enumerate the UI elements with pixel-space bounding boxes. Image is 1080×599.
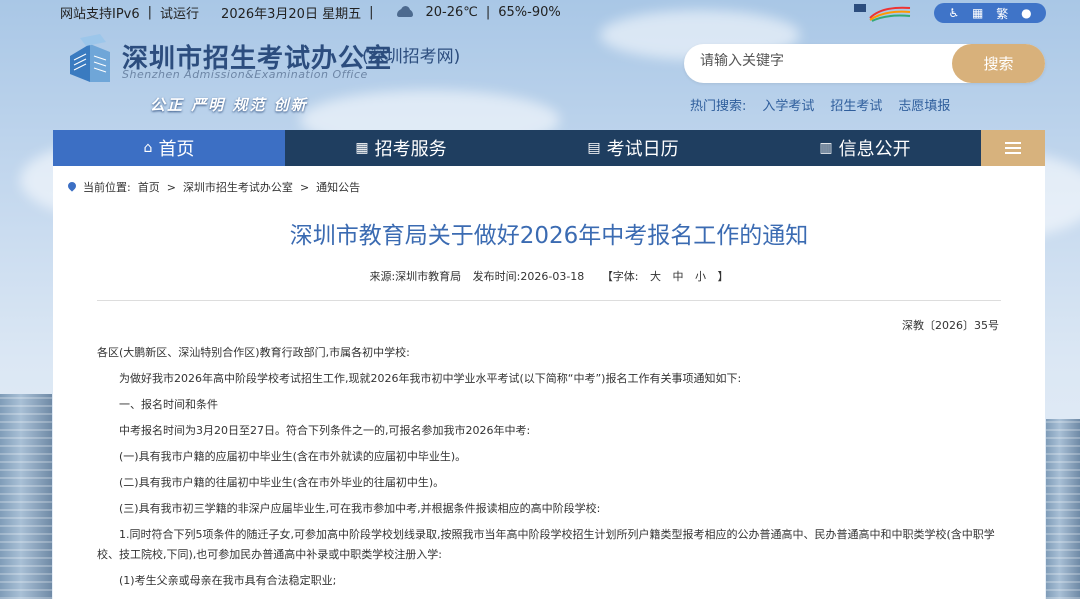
building-left [0, 394, 52, 599]
nav-home[interactable]: ⌂ 首页 [53, 130, 285, 166]
breadcrumb: 当前位置: 首页 > 深圳市招生考试办公室 > 通知公告 [68, 179, 360, 195]
font-large-button[interactable]: 大 [650, 270, 661, 283]
main-nav: ⌂ 首页 ▦ 招考服务 ▤ 考试日历 ▥ 信息公开 [53, 130, 1045, 166]
breadcrumb-label: 当前位置: [83, 181, 131, 194]
menu-button[interactable] [981, 130, 1045, 166]
hot-search: 热门搜索: 入学考试 招生考试 志愿填报 [690, 95, 950, 114]
article-body: 各区(大鹏新区、深汕特别合作区)教育行政部门,市属各初中学校: 为做好我市202… [97, 340, 1001, 594]
hamburger-icon [1005, 142, 1021, 154]
breadcrumb-link[interactable]: 通知公告 [316, 179, 360, 195]
building-right [1046, 419, 1080, 599]
font-size-end: 】 [717, 270, 729, 283]
site-logo-icon[interactable] [66, 34, 122, 86]
breadcrumb-link[interactable]: 首页 [138, 179, 160, 195]
site-subtitle: (深圳招考网) [362, 47, 461, 67]
document-icon: ▥ [819, 140, 833, 156]
paragraph: 中考报名时间为3月20日至27日。符合下列条件之一的,可报名参加我市2026年中… [119, 424, 531, 437]
paragraph: (二)具有我市户籍的往届初中毕业生(含在市外毕业的往届初中生)。 [119, 476, 445, 489]
accessibility-icon[interactable]: ♿ [948, 6, 959, 20]
wechat-icon[interactable]: ● [1021, 6, 1031, 20]
nav-label: 考试日历 [606, 139, 679, 160]
hot-search-link[interactable]: 招生考试 [830, 95, 882, 114]
hot-search-link[interactable]: 志愿填报 [898, 95, 950, 114]
location-pin-icon [68, 182, 76, 192]
breadcrumb-separator: > [166, 180, 176, 194]
paragraph: 各区(大鹏新区、深汕特别合作区)教育行政部门,市属各初中学校: [97, 346, 410, 359]
ipv6-text: 网站支持IPv6 [60, 6, 140, 22]
hot-search-link[interactable]: 入学考试 [762, 95, 814, 114]
article-source: 来源:深圳市教育局 [369, 270, 462, 283]
partner-logo-icon[interactable] [852, 2, 912, 22]
top-info-bar: 网站支持IPv6 | 试运行 2026年3月20日 星期五 | 20-26℃ |… [60, 4, 561, 22]
nav-exam-calendar[interactable]: ▤ 考试日历 [517, 130, 749, 166]
font-small-button[interactable]: 小 [695, 270, 706, 283]
stats-icon[interactable]: ▦ [972, 6, 983, 20]
site-slogan: 公正 严明 规范 创新 [150, 96, 308, 114]
article-date: 发布时间:2026-03-18 [472, 270, 585, 283]
paragraph: 为做好我市2026年高中阶段学校考试招生工作,现就2026年我市初中学业水平考试… [119, 372, 742, 385]
nav-label: 首页 [158, 139, 195, 160]
accessibility-toolbar: ♿ ▦ 繁 ● [934, 3, 1046, 23]
nav-label: 信息公开 [838, 139, 911, 160]
trial-text: 试运行 [160, 6, 200, 22]
cloud-icon [395, 6, 415, 18]
nav-exam-services[interactable]: ▦ 招考服务 [285, 130, 517, 166]
search-input[interactable] [700, 53, 950, 69]
traditional-chinese-button[interactable]: 繁 [996, 5, 1008, 22]
document-number: 深教〔2026〕35号 [902, 319, 999, 332]
divider [97, 300, 1001, 301]
grid-icon: ▦ [355, 140, 369, 156]
font-size-label: 【字体: [601, 270, 639, 283]
paragraph: 1.同时符合下列5项条件的随迁子女,可参加高中阶段学校划线录取,按照我市当年高中… [97, 528, 995, 561]
calendar-icon: ▤ [587, 140, 601, 156]
home-icon: ⌂ [143, 140, 153, 156]
article-meta: 来源:深圳市教育局 发布时间:2026-03-18 【字体: 大 中 小 】 [53, 268, 1045, 284]
paragraph: 一、报名时间和条件 [119, 398, 218, 411]
nav-info-disclosure[interactable]: ▥ 信息公开 [749, 130, 981, 166]
paragraph: (一)具有我市户籍的应届初中毕业生(含在市外就读的应届初中毕业生)。 [119, 450, 467, 463]
search-button[interactable]: 搜索 [952, 44, 1045, 83]
breadcrumb-separator: > [299, 180, 310, 194]
paragraph: (1)考生父亲或母亲在我市具有合法稳定职业; [119, 574, 337, 587]
paragraph: (三)具有我市初三学籍的非深户应届毕业生,可在我市参加中考,并根据条件报读相应的… [119, 502, 601, 515]
date-text: 2026年3月20日 星期五 [221, 6, 362, 22]
hot-search-label: 热门搜索: [690, 99, 747, 114]
site-english-name: Shenzhen Admission&Examination Office [122, 68, 368, 81]
font-medium-button[interactable]: 中 [673, 270, 684, 283]
article-panel: 当前位置: 首页 > 深圳市招生考试办公室 > 通知公告 深圳市教育局关于做好2… [53, 166, 1045, 599]
nav-label: 招考服务 [374, 139, 447, 160]
breadcrumb-link[interactable]: 深圳市招生考试办公室 [183, 179, 293, 195]
article-title: 深圳市教育局关于做好2026年中考报名工作的通知 [289, 223, 809, 249]
search-box: 搜索 [684, 44, 1045, 83]
humidity-text: 65%-90% [498, 4, 561, 20]
temperature-text: 20-26℃ [425, 4, 478, 20]
